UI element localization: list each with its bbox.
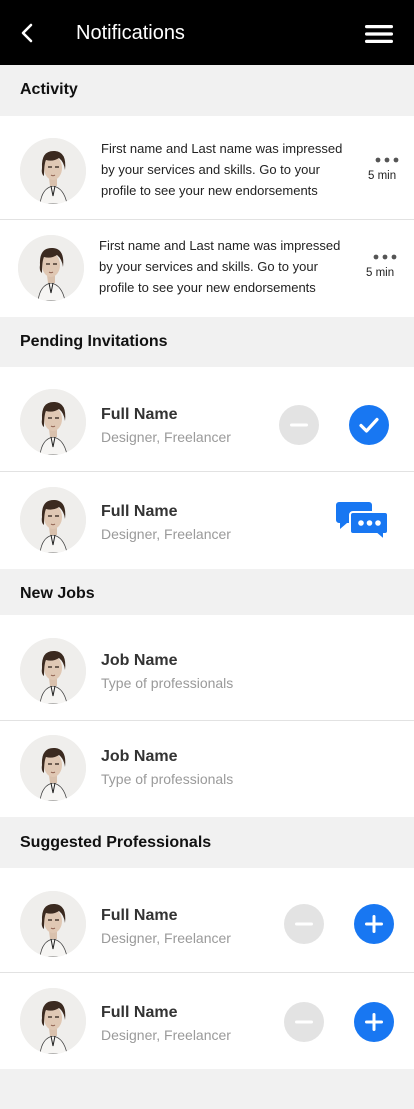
- activity-text-line: profile to see your new endorsements: [101, 183, 318, 198]
- chat-bubbles-icon: [336, 502, 389, 543]
- section-header-activity: Activity: [0, 65, 414, 116]
- person-role: Designer, Freelancer: [101, 1027, 231, 1043]
- activity-text-line: by your services and skills. Go to your: [99, 259, 318, 274]
- activity-text-line: profile to see your new endorsements: [99, 280, 316, 295]
- section-title: New Jobs: [20, 585, 95, 602]
- suggested-professional-item[interactable]: Full Name Designer, Freelancer: [0, 868, 414, 973]
- section-header-new-jobs: New Jobs: [0, 569, 414, 615]
- person-role: Designer, Freelancer: [101, 930, 231, 946]
- minus-icon: [295, 922, 313, 926]
- section-header-pending-invitations: Pending Invitations: [0, 317, 414, 367]
- job-item[interactable]: Job Name Type of professionals: [0, 615, 414, 721]
- add-button[interactable]: [354, 904, 394, 944]
- section-header-suggested-professionals: Suggested Professionals: [0, 817, 414, 868]
- plus-icon: [365, 915, 383, 933]
- check-icon: [359, 417, 379, 433]
- activity-item[interactable]: First name and Last name was impressed b…: [0, 116, 414, 220]
- message-button[interactable]: [335, 500, 389, 543]
- activity-text-line: First name and Last name was impressed: [101, 141, 343, 156]
- minus-icon: [295, 1020, 313, 1024]
- plus-icon: [365, 1013, 383, 1031]
- avatar: [20, 735, 86, 801]
- activity-message: First name and Last name was impressed b…: [101, 138, 342, 201]
- activity-item[interactable]: First name and Last name was impressed b…: [0, 220, 414, 317]
- section-title: Pending Invitations: [20, 333, 168, 350]
- page-title: Notifications: [76, 22, 185, 44]
- job-name: Job Name: [101, 748, 178, 765]
- back-button[interactable]: [14, 20, 40, 46]
- add-button[interactable]: [354, 1002, 394, 1042]
- avatar: [20, 138, 86, 204]
- person-name: Full Name: [101, 503, 178, 520]
- accept-button[interactable]: [349, 405, 389, 445]
- avatar: [18, 235, 84, 301]
- job-type: Type of professionals: [101, 771, 234, 787]
- person-role: Designer, Freelancer: [101, 429, 231, 445]
- person-name: Full Name: [101, 907, 178, 924]
- invitation-item[interactable]: Full Name Designer, Freelancer: [0, 472, 414, 569]
- timestamp: 5 min: [366, 267, 395, 279]
- timestamp: 5 min: [368, 170, 397, 182]
- activity-text-line: First name and Last name was impressed: [99, 238, 341, 253]
- section-title: Suggested Professionals: [20, 834, 212, 851]
- chevron-left-icon: [21, 23, 33, 43]
- job-name: Job Name: [101, 652, 178, 669]
- dismiss-button[interactable]: [284, 904, 324, 944]
- job-item[interactable]: Job Name Type of professionals: [0, 721, 414, 817]
- person-name: Full Name: [101, 406, 178, 423]
- avatar: [20, 638, 86, 704]
- suggested-professional-item[interactable]: Full Name Designer, Freelancer: [0, 973, 414, 1069]
- decline-button[interactable]: [279, 405, 319, 445]
- person-name: Full Name: [101, 1004, 178, 1021]
- person-role: Designer, Freelancer: [101, 526, 231, 542]
- avatar: [20, 487, 86, 553]
- avatar: [20, 389, 86, 455]
- top-app-bar: Notifications: [0, 0, 414, 65]
- menu-button[interactable]: [364, 22, 394, 46]
- activity-message: First name and Last name was impressed b…: [99, 235, 340, 298]
- section-title: Activity: [20, 81, 78, 98]
- avatar: [20, 891, 86, 957]
- avatar: [20, 988, 86, 1054]
- more-horizontal-icon[interactable]: [372, 253, 398, 261]
- hamburger-menu-icon: [365, 25, 393, 43]
- activity-text-line: by your services and skills. Go to your: [101, 162, 320, 177]
- dismiss-button[interactable]: [284, 1002, 324, 1042]
- more-horizontal-icon[interactable]: [374, 156, 400, 164]
- job-type: Type of professionals: [101, 675, 234, 691]
- invitation-item[interactable]: Full Name Designer, Freelancer: [0, 367, 414, 472]
- minus-icon: [290, 423, 308, 427]
